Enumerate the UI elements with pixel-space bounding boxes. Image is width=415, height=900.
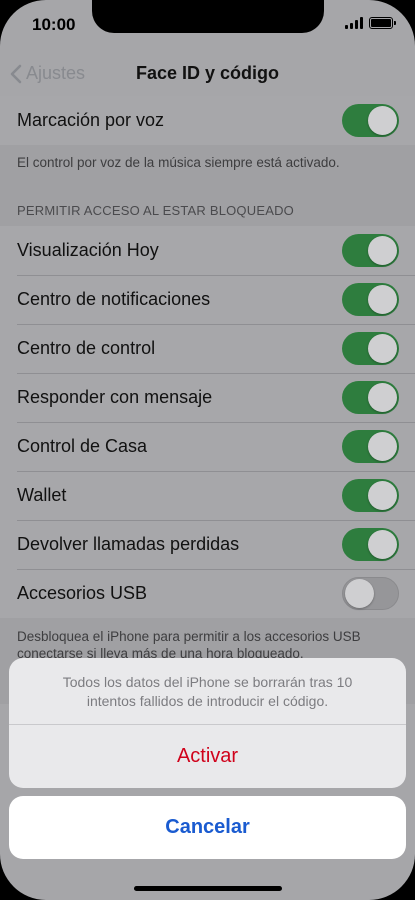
setting-row: Accesorios USB: [0, 569, 415, 618]
row-label: Visualización Hoy: [17, 240, 159, 260]
row-label: Centro de control: [17, 338, 156, 358]
status-icons: [345, 17, 396, 29]
row-label: Responder con mensaje: [17, 387, 213, 407]
setting-row: Centro de notificaciones: [0, 275, 415, 324]
page-title: Face ID y código: [135, 63, 280, 83]
home-indicator[interactable]: [133, 886, 282, 891]
setting-row: Visualización Hoy: [0, 226, 415, 275]
home-control-toggle[interactable]: [342, 430, 399, 463]
section-header: PERMITIR ACCESO AL ESTAR BLOQUEADO: [0, 181, 415, 226]
row-label: Control de Casa: [17, 436, 148, 456]
row-label: Centro de notificaciones: [17, 289, 211, 309]
notification-center-toggle[interactable]: [342, 283, 399, 316]
row-label: Marcación por voz: [17, 110, 165, 130]
activate-button[interactable]: Activar: [9, 725, 406, 788]
wallet-toggle[interactable]: [342, 479, 399, 512]
action-sheet-message: Todos los datos del iPhone se borrarán t…: [9, 658, 406, 725]
setting-row: Control de Casa: [0, 422, 415, 471]
settings-content: Marcación por voz El control por voz de …: [0, 96, 415, 704]
row-label: Devolver llamadas perdidas: [17, 534, 240, 554]
voice-dial-row: Marcación por voz: [0, 96, 415, 145]
phone-screen: 10:00 Ajustes Face ID y código Marcación…: [0, 0, 415, 900]
setting-row: Centro de control: [0, 324, 415, 373]
navigation-bar: Ajustes Face ID y código: [0, 50, 415, 98]
action-sheet-group: Todos los datos del iPhone se borrarán t…: [9, 658, 406, 788]
row-label: Accesorios USB: [17, 583, 148, 603]
usb-accessories-toggle[interactable]: [342, 577, 399, 610]
cancel-button[interactable]: Cancelar: [9, 796, 406, 859]
setting-row: Wallet: [0, 471, 415, 520]
return-missed-calls-toggle[interactable]: [342, 528, 399, 561]
today-view-toggle[interactable]: [342, 234, 399, 267]
setting-row: Responder con mensaje: [0, 373, 415, 422]
voice-note: El control por voz de la música siempre …: [0, 145, 415, 181]
battery-icon: [369, 17, 396, 29]
reply-with-message-toggle[interactable]: [342, 381, 399, 414]
setting-row: Devolver llamadas perdidas: [0, 520, 415, 569]
action-sheet: Todos los datos del iPhone se borrarán t…: [9, 658, 406, 859]
status-time: 10:00: [32, 15, 76, 34]
status-bar: 10:00: [0, 0, 415, 50]
control-center-toggle[interactable]: [342, 332, 399, 365]
notch: [92, 0, 324, 33]
row-label: Wallet: [17, 485, 67, 505]
voice-dial-toggle[interactable]: [342, 104, 399, 137]
signal-icon: [345, 17, 363, 29]
